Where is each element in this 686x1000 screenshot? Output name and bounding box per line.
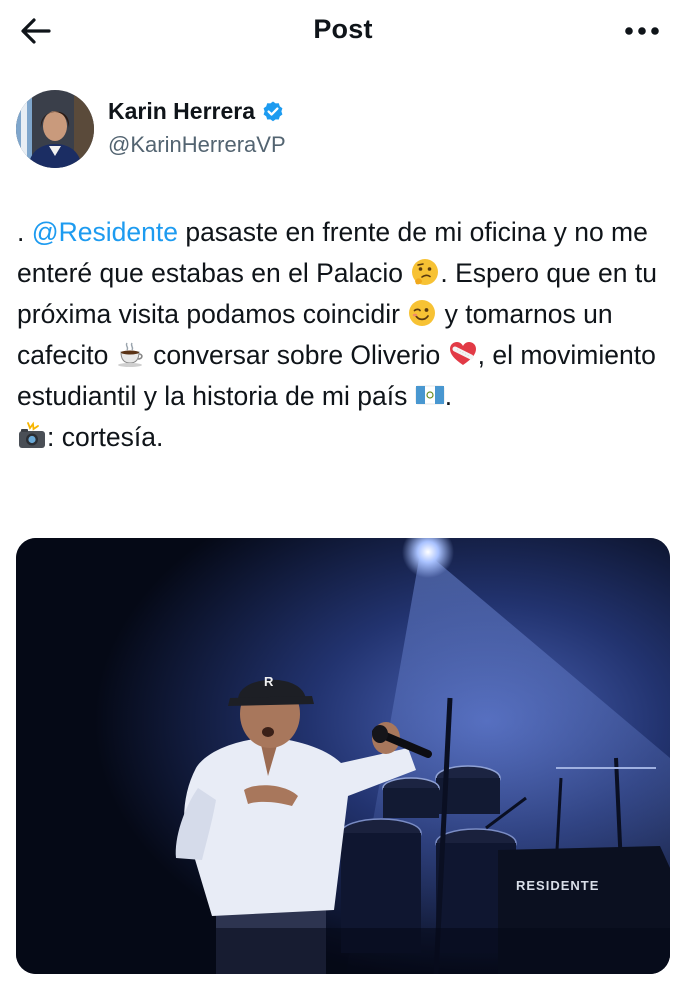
mending-heart-emoji [449,342,476,365]
camera-flash-emoji [19,421,45,448]
flag-guatemala-emoji [415,385,445,405]
verified-badge-icon [263,101,283,121]
hot-beverage-emoji [117,342,143,367]
author-handle[interactable]: @KarinHerreraVP [108,132,286,158]
cap-logo: R [264,674,274,689]
page-title: Post [313,14,373,44]
more-options-button[interactable] [620,14,664,48]
text-segment: . [444,381,453,411]
text-segment: conversar sobre Oliverio [145,340,448,370]
thinking-face-emoji [412,259,439,285]
post-author: Karin Herrera @KarinHerreraVP [16,90,666,170]
post-image[interactable]: RESIDENTE R [16,538,670,974]
mention-link[interactable]: @Residente [32,217,178,247]
post-text: . @Residente pasaste en frente de mi ofi… [17,212,677,458]
text-segment: : cortesía. [47,422,164,452]
avatar[interactable] [16,90,94,168]
text-lead: . [17,217,32,247]
top-bar: Post [0,0,686,62]
stage-sign: RESIDENTE [516,878,599,893]
author-name[interactable]: Karin Herrera [108,98,255,125]
winking-face-emoji [409,300,436,326]
author-name-row: Karin Herrera [108,98,285,125]
more-horizontal-icon [625,27,659,35]
